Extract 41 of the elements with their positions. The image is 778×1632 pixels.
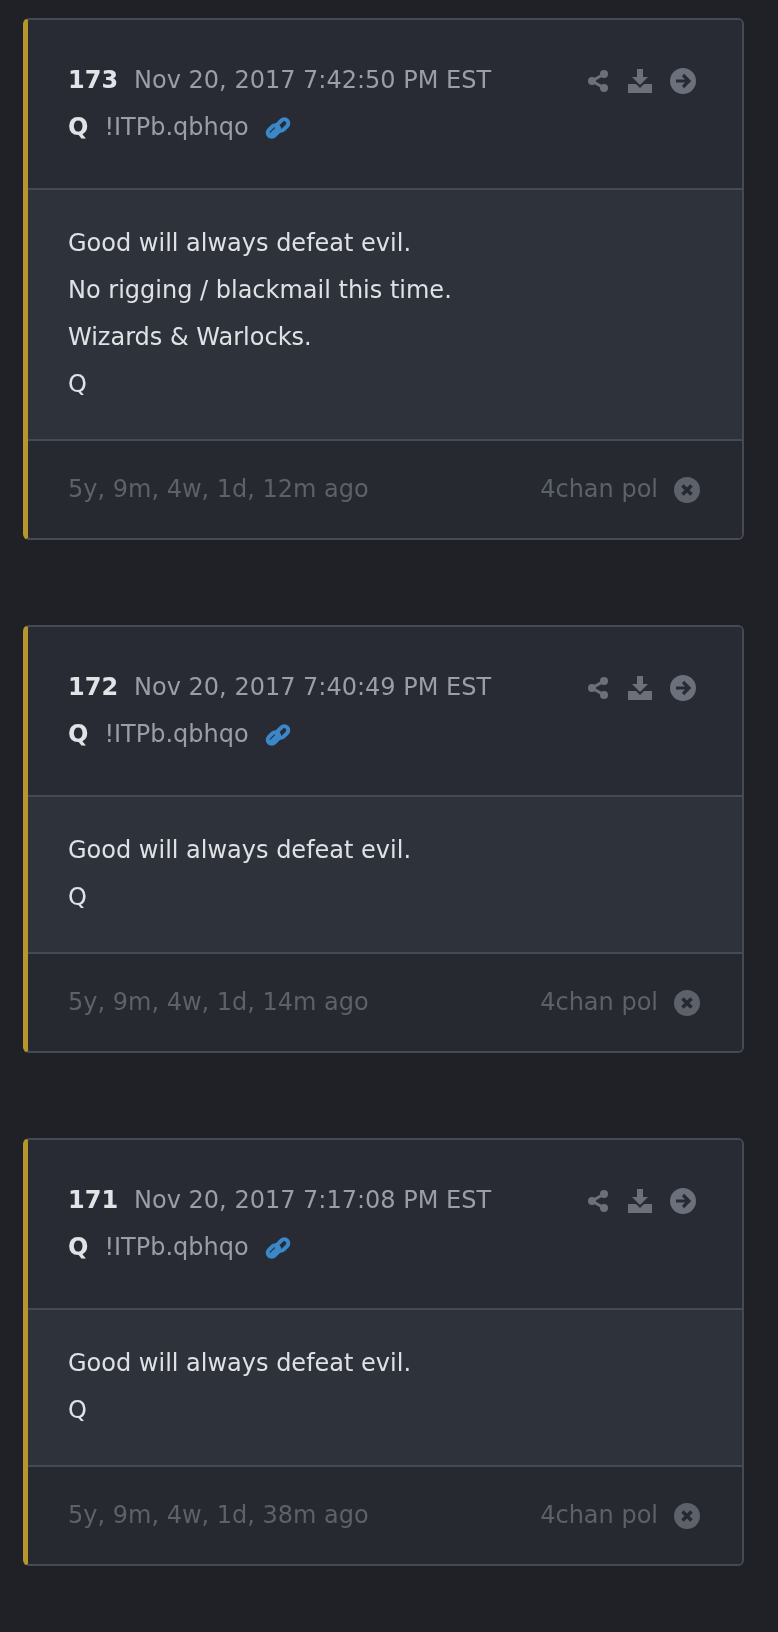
post-text-line: Q (68, 1395, 88, 1426)
post-timestamp: Nov 20, 2017 7:40:49 PM EST (134, 672, 492, 703)
share-icon[interactable] (586, 675, 610, 700)
post-number: 172 (68, 672, 119, 703)
share-icon[interactable] (586, 68, 610, 93)
tripcode: !ITPb.qbhqo (104, 1232, 249, 1263)
arrow-right-icon[interactable] (670, 67, 696, 94)
post-source: 4chan pol (540, 474, 658, 505)
share-icon[interactable] (586, 1188, 610, 1213)
author-name: Q (68, 719, 89, 750)
post-source: 4chan pol (540, 1500, 658, 1531)
close-icon[interactable] (674, 476, 700, 503)
arrow-right-icon[interactable] (670, 1187, 696, 1214)
post-age: 5y, 9m, 4w, 1d, 12m ago (68, 474, 369, 505)
post-number: 173 (68, 65, 119, 96)
post-number: 171 (68, 1185, 119, 1216)
post-text-line: Good will always defeat evil. (68, 835, 413, 866)
post-text-line: Q (68, 882, 88, 913)
author-name: Q (68, 112, 89, 143)
post-timestamp: Nov 20, 2017 7:17:08 PM EST (134, 1185, 492, 1216)
close-icon[interactable] (674, 1502, 700, 1529)
download-icon[interactable] (627, 68, 653, 93)
arrow-right-icon[interactable] (670, 674, 696, 701)
link-icon[interactable] (264, 1234, 291, 1261)
post-text-line: Wizards & Warlocks. (68, 322, 313, 353)
link-icon[interactable] (264, 721, 291, 748)
close-icon[interactable] (674, 989, 700, 1016)
tripcode: !ITPb.qbhqo (104, 719, 249, 750)
download-icon[interactable] (627, 675, 653, 700)
post-text-line: No rigging / blackmail this time. (68, 275, 453, 306)
download-icon[interactable] (627, 1188, 653, 1213)
post-timestamp: Nov 20, 2017 7:42:50 PM EST (134, 65, 492, 96)
post-age: 5y, 9m, 4w, 1d, 38m ago (68, 1500, 369, 1531)
post-age: 5y, 9m, 4w, 1d, 14m ago (68, 987, 369, 1018)
post-text-line: Q (68, 369, 88, 400)
post-text-line: Good will always defeat evil. (68, 228, 413, 259)
author-name: Q (68, 1232, 89, 1263)
post-text-line: Good will always defeat evil. (68, 1348, 413, 1379)
tripcode: !ITPb.qbhqo (104, 112, 249, 143)
post-source: 4chan pol (540, 987, 658, 1018)
link-icon[interactable] (264, 114, 291, 141)
